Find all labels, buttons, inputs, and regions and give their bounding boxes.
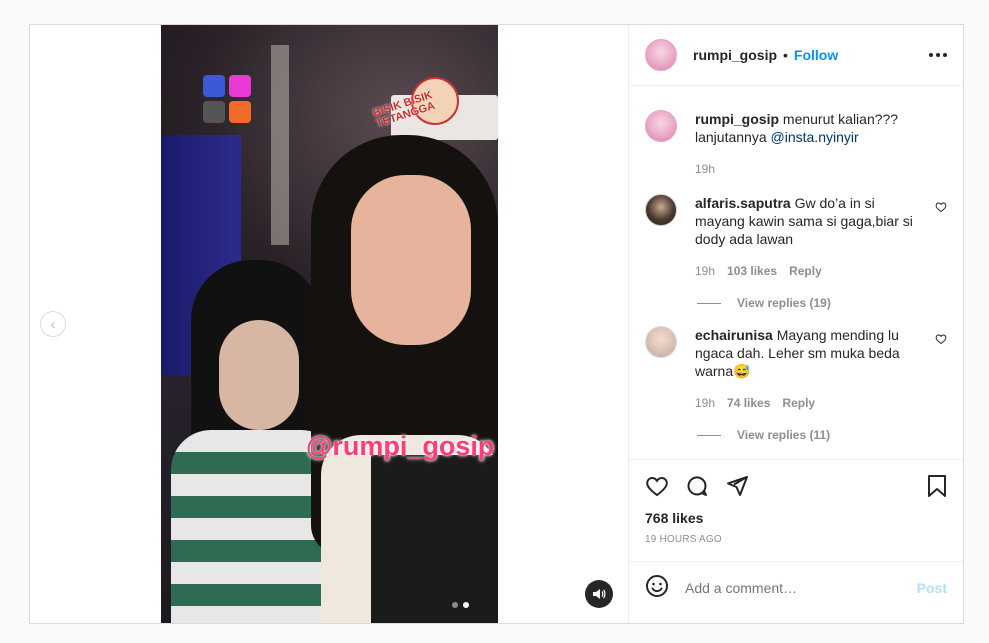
comment-item: alfaris.saputra Gw do’a in si mayang kaw… (645, 194, 947, 280)
author-username[interactable]: rumpi_gosip (693, 47, 777, 63)
video-player[interactable]: BISIK BISIK TETANGGA @rumpi_gosip (161, 25, 498, 623)
add-comment-bar: Post (629, 561, 963, 614)
comment-likes[interactable]: 74 likes (727, 394, 770, 412)
post-actions: 768 likes 19 HOURS AGO (629, 459, 963, 545)
comment-input[interactable] (685, 580, 917, 596)
avatar[interactable] (645, 110, 677, 142)
comment-username[interactable]: echairunisa (695, 327, 773, 343)
caption: rumpi_gosip menurut kalian??? lanjutanny… (645, 110, 947, 178)
carousel-dot-active (463, 602, 469, 608)
emoji-icon[interactable] (645, 574, 669, 603)
avatar[interactable] (645, 326, 677, 358)
chevron-left-icon: ‹ (50, 316, 56, 332)
view-replies-button[interactable]: View replies (19) (697, 296, 947, 310)
like-heart-icon[interactable] (645, 466, 685, 506)
post-comment-button[interactable]: Post (917, 580, 947, 596)
avatar[interactable] (645, 39, 677, 71)
bookmark-icon[interactable] (907, 466, 947, 506)
comments-list[interactable]: rumpi_gosip menurut kalian??? lanjutanny… (629, 86, 963, 459)
comment-username[interactable]: alfaris.saputra (695, 195, 791, 211)
post-timestamp[interactable]: 19 HOURS AGO (645, 534, 947, 545)
caption-username[interactable]: rumpi_gosip (695, 111, 779, 127)
likes-count[interactable]: 768 likes (645, 510, 947, 526)
comment-item: echairunisa Mayang mending lu ngaca dah.… (645, 326, 947, 412)
follow-button[interactable]: Follow (794, 47, 838, 63)
media-panel: ‹ BISIK BISIK TETANGGA @rumpi_gosip (30, 25, 629, 623)
bisik-tetangga-logo: BISIK BISIK TETANGGA (371, 77, 461, 130)
video-watermark: @rumpi_gosip (306, 431, 495, 461)
view-replies-button[interactable]: View replies (11) (697, 428, 947, 442)
carousel-dot (452, 602, 458, 608)
heart-icon[interactable] (935, 332, 947, 350)
reply-button[interactable]: Reply (789, 262, 822, 280)
share-paper-plane-icon[interactable] (725, 466, 765, 506)
heart-icon[interactable] (935, 200, 947, 218)
carousel-dots (452, 602, 469, 608)
comment-likes[interactable]: 103 likes (727, 262, 777, 280)
reply-button[interactable]: Reply (782, 394, 815, 412)
mention-link[interactable]: @insta.nyinyir (771, 129, 859, 145)
avatar[interactable] (645, 194, 677, 226)
caption-time[interactable]: 19h (695, 160, 715, 178)
comment-bubble-icon[interactable] (685, 466, 725, 506)
mute-toggle-button[interactable] (585, 580, 613, 608)
comment-time[interactable]: 19h (695, 262, 715, 280)
comment-time[interactable]: 19h (695, 394, 715, 412)
app-icons-overlay (203, 75, 253, 125)
post-card: ‹ BISIK BISIK TETANGGA @rumpi_gosip rump… (29, 24, 964, 624)
speaker-icon (593, 589, 606, 599)
post-header: rumpi_gosip • Follow (629, 25, 963, 86)
post-sidebar: rumpi_gosip • Follow rumpi_gosip menurut… (629, 25, 963, 623)
previous-slide-button[interactable]: ‹ (40, 311, 66, 337)
more-options-icon[interactable] (929, 53, 947, 57)
